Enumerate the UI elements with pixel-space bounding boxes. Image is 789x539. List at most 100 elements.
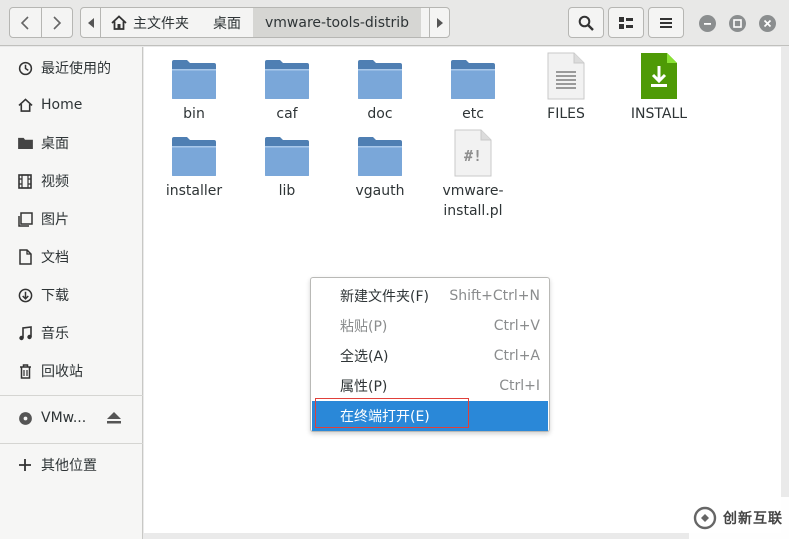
- eject-icon[interactable]: [107, 412, 121, 428]
- path-scroll-right-button[interactable]: [429, 8, 449, 37]
- folder-icon: [265, 137, 309, 176]
- sidebar-item-music[interactable]: 音乐: [0, 318, 143, 348]
- file-name: lib: [278, 183, 296, 199]
- menu-item-label: 粘贴(P): [340, 319, 388, 335]
- view-toggle-button[interactable]: [608, 7, 644, 38]
- search-button[interactable]: [568, 7, 604, 38]
- breadcrumb-desktop[interactable]: 桌面: [201, 8, 253, 37]
- plus-icon: [17, 457, 33, 473]
- forward-button[interactable]: [40, 8, 73, 37]
- file-item-install[interactable]: INSTALL: [619, 50, 699, 124]
- file-item-text[interactable]: FILES: [526, 50, 606, 124]
- sidebar-item-documents[interactable]: 文档: [0, 242, 143, 272]
- svg-text:#!: #!: [464, 147, 482, 165]
- menu-item-new-folder[interactable]: 新建文件夹(F) Shift+Ctrl+N: [311, 281, 549, 311]
- watermark-text: 创新互联: [723, 511, 783, 527]
- menu-item-shortcut: Shift+Ctrl+N: [449, 288, 540, 304]
- sidebar-item-label: 最近使用的: [41, 61, 111, 77]
- file-item-folder[interactable]: lib: [247, 127, 327, 201]
- close-button[interactable]: [759, 15, 776, 32]
- window-border: [781, 47, 789, 539]
- chevron-left-icon: [21, 15, 29, 30]
- sidebar-item-recent[interactable]: 最近使用的: [0, 53, 143, 83]
- path-bar: 主文件夹 桌面 vmware-tools-distrib: [80, 7, 450, 38]
- breadcrumb-label: vmware-tools-distrib: [265, 14, 410, 31]
- sidebar-item-label: 图片: [41, 212, 69, 228]
- menu-item-shortcut: Ctrl+I: [499, 378, 540, 394]
- watermark-logo-icon: [693, 506, 717, 530]
- sidebar-item-label: 音乐: [41, 326, 69, 342]
- file-item-folder[interactable]: installer: [154, 127, 234, 201]
- triangle-right-icon: [436, 17, 443, 28]
- install-icon: [641, 53, 677, 99]
- file-name: FILES: [547, 106, 585, 122]
- file-name: INSTALL: [630, 106, 688, 122]
- sidebar: 最近使用的 Home 桌面 视频 图片 文档 下载 音乐 回收站 VMw...: [0, 47, 143, 539]
- file-item-folder[interactable]: doc: [340, 50, 420, 124]
- clock-icon: [17, 60, 33, 76]
- file-name: bin: [183, 106, 205, 122]
- context-menu: 新建文件夹(F) Shift+Ctrl+N 粘贴(P) Ctrl+V 全选(A)…: [310, 277, 550, 432]
- sidebar-divider: [0, 395, 143, 396]
- sidebar-item-label: 下载: [41, 288, 69, 304]
- sidebar-item-desktop[interactable]: 桌面: [0, 128, 143, 158]
- maximize-button[interactable]: [729, 15, 746, 32]
- sidebar-item-pictures[interactable]: 图片: [0, 204, 143, 234]
- file-item-folder[interactable]: caf: [247, 50, 327, 124]
- sidebar-item-device[interactable]: VMw...: [0, 403, 143, 433]
- menu-item-properties[interactable]: 属性(P) Ctrl+I: [311, 371, 549, 401]
- menu-item-label: 新建文件夹(F): [340, 289, 429, 305]
- sidebar-item-label: 桌面: [41, 136, 69, 152]
- file-name: doc: [367, 106, 393, 122]
- menu-item-label: 属性(P): [340, 379, 388, 395]
- minimize-button[interactable]: [699, 15, 716, 32]
- sidebar-item-label: Home: [41, 97, 83, 113]
- path-scroll-left-button[interactable]: [81, 8, 101, 37]
- sidebar-item-videos[interactable]: 视频: [0, 166, 143, 196]
- trash-icon: [17, 363, 33, 379]
- hamburger-menu-icon: [660, 17, 672, 28]
- back-button[interactable]: [10, 8, 41, 37]
- menu-item-label: 在终端打开(E): [340, 409, 430, 425]
- menu-item-open-in-terminal[interactable]: 在终端打开(E): [312, 401, 548, 431]
- sidebar-item-label: VMw...: [41, 410, 87, 426]
- menu-item-shortcut: Ctrl+V: [493, 318, 540, 334]
- sidebar-item-other-locations[interactable]: 其他位置: [0, 450, 143, 480]
- file-name: vgauth: [355, 183, 405, 199]
- menu-item-paste[interactable]: 粘贴(P) Ctrl+V: [311, 311, 549, 341]
- folder-icon: [358, 60, 402, 99]
- sidebar-item-downloads[interactable]: 下载: [0, 280, 143, 310]
- file-name: vmware-: [442, 183, 504, 199]
- grid-view-icon: [619, 16, 633, 29]
- menu-item-select-all[interactable]: 全选(A) Ctrl+A: [311, 341, 549, 371]
- sidebar-divider: [0, 443, 143, 444]
- file-item-folder[interactable]: bin: [154, 50, 234, 124]
- breadcrumb-label: 主文件夹: [133, 15, 189, 32]
- file-name: caf: [276, 106, 298, 122]
- download-icon: [17, 287, 33, 303]
- breadcrumb-current[interactable]: vmware-tools-distrib: [253, 8, 422, 37]
- chevron-right-icon: [53, 15, 61, 30]
- file-item-folder[interactable]: etc: [433, 50, 513, 124]
- script-file-icon: #!: [454, 129, 492, 177]
- header-bar: 主文件夹 桌面 vmware-tools-distrib: [0, 0, 789, 46]
- folder-icon: [358, 137, 402, 176]
- home-icon: [111, 15, 127, 30]
- close-icon: [763, 19, 772, 28]
- breadcrumb-home[interactable]: 主文件夹: [101, 8, 201, 37]
- watermark: 创新互联: [689, 497, 789, 539]
- sidebar-item-trash[interactable]: 回收站: [0, 356, 143, 386]
- folder-icon: [17, 135, 33, 151]
- file-item-folder[interactable]: vgauth: [340, 127, 420, 201]
- file-item-script[interactable]: #! vmware- install.pl: [433, 127, 513, 221]
- document-icon: [17, 249, 33, 265]
- folder-icon: [172, 60, 216, 99]
- sidebar-item-home[interactable]: Home: [0, 90, 143, 120]
- disc-icon: [17, 410, 33, 426]
- folder-icon: [265, 60, 309, 99]
- navigation-buttons: [9, 7, 73, 38]
- maximize-icon: [733, 19, 742, 28]
- text-file-icon: [547, 52, 585, 100]
- home-icon: [17, 97, 33, 113]
- menu-button[interactable]: [648, 7, 684, 38]
